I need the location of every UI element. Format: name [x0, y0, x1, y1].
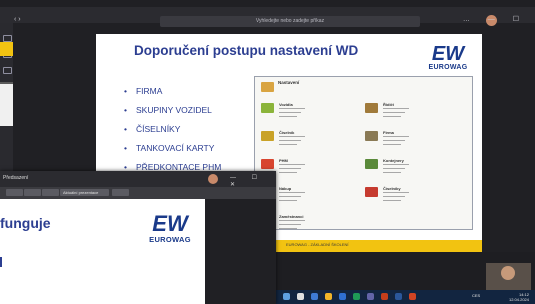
module-link-line	[383, 116, 401, 117]
dropdown-button[interactable]	[112, 189, 129, 196]
presentation-select[interactable]: Aktuální prezentace	[60, 189, 109, 196]
module-icon[interactable]	[365, 103, 378, 113]
module-link-line	[383, 136, 409, 137]
search-input[interactable]: Vyhledejte nebo zadejte příkaz	[160, 16, 420, 27]
module-link-line	[383, 196, 405, 197]
module-title[interactable]: Zaměstnanci	[279, 214, 303, 219]
eurowag-logo: EW EUROWAG	[428, 43, 468, 71]
avatar[interactable]	[208, 174, 218, 184]
module-icon[interactable]	[261, 159, 274, 169]
module-link-line	[279, 192, 305, 193]
module-icon[interactable]	[365, 159, 378, 169]
module-link-line	[383, 172, 401, 173]
module-link-line	[383, 164, 409, 165]
presentation-slide: funguje EW EUROWAG	[0, 199, 205, 304]
module-link-line	[279, 220, 305, 221]
module-link-line	[279, 116, 297, 117]
word-icon[interactable]	[395, 293, 402, 300]
module-icon[interactable]	[261, 131, 274, 141]
module-link-line	[279, 196, 301, 197]
taskbar: CES 14:12 12.04.2024	[275, 290, 535, 304]
start-icon[interactable]	[283, 293, 290, 300]
text-cursor-mark	[0, 257, 2, 267]
edge-icon[interactable]	[311, 293, 318, 300]
module-title[interactable]: PHM	[279, 158, 288, 163]
teams-icon[interactable]	[367, 293, 374, 300]
settings-panel-screenshot: Nastavení Vozidla Číselník PHM Nákup Zaměstn…	[254, 76, 473, 230]
module-icon[interactable]	[365, 187, 378, 197]
bullet-list: FIRMA SKUPINY VOZIDEL ČÍSELNÍKY TANKOVAC…	[124, 82, 221, 177]
module-link-line	[279, 172, 297, 173]
bullet-item: SKUPINY VOZIDEL	[124, 101, 221, 120]
slide-fragment	[0, 42, 13, 56]
module-title[interactable]: Číselníky	[383, 186, 401, 191]
module-link-line	[383, 192, 409, 193]
outlook-icon[interactable]	[339, 293, 346, 300]
window-title: Předsazení	[3, 175, 29, 181]
module-title[interactable]: Vozidla	[279, 102, 293, 107]
slide-title: funguje	[0, 215, 51, 231]
window-dark-area	[205, 199, 276, 304]
module-link-line	[383, 144, 401, 145]
clock[interactable]: 14:12 12.04.2024	[509, 292, 529, 302]
module-title[interactable]: Nákup	[279, 186, 291, 191]
activity-icon[interactable]	[3, 35, 12, 42]
module-link-line	[279, 200, 297, 201]
foreground-window: Předsazení — ☐ ✕ Aktuální prezentace fun…	[0, 171, 276, 304]
title-bar: ‹ › Vyhledejte nebo zadejte příkaz … — ☐	[0, 7, 535, 27]
bullet-item: FIRMA	[124, 82, 221, 101]
module-link-line	[279, 140, 301, 141]
self-video[interactable]	[486, 263, 531, 290]
folder-icon	[261, 82, 274, 92]
module-link-line	[383, 108, 409, 109]
module-link-line	[279, 168, 301, 169]
participant-avatar	[501, 266, 515, 280]
module-link-line	[279, 164, 305, 165]
language-indicator[interactable]: CES	[472, 293, 480, 298]
module-link-line	[383, 200, 401, 201]
window-fragment	[0, 82, 13, 126]
module-icon[interactable]	[365, 131, 378, 141]
explorer-icon[interactable]	[325, 293, 332, 300]
module-title[interactable]: Řidiči	[383, 102, 394, 107]
module-link-line	[279, 136, 305, 137]
module-title[interactable]: Kontejnery	[383, 158, 404, 163]
module-title[interactable]: Firma	[383, 130, 394, 135]
window-controls-icon[interactable]: — ☐ ✕	[230, 174, 276, 188]
module-link-line	[383, 168, 405, 169]
powerpoint-icon[interactable]	[381, 293, 388, 300]
module-link-line	[383, 140, 405, 141]
search-icon[interactable]	[297, 293, 304, 300]
slide-title: Doporučení postupu nastavení WD	[134, 43, 359, 58]
teams-icon[interactable]	[3, 67, 12, 74]
bullet-item: ČÍSELNÍKY	[124, 120, 221, 139]
module-link-line	[279, 224, 301, 225]
eurowag-logo: EW EUROWAG	[149, 211, 191, 245]
bullet-item: TANKOVACÍ KARTY	[124, 139, 221, 158]
title-bar: Předsazení — ☐ ✕	[0, 171, 276, 188]
module-title[interactable]: Číselník	[279, 130, 294, 135]
pointer-tool-button[interactable]	[6, 189, 23, 196]
module-link-line	[383, 112, 405, 113]
module-icon[interactable]	[261, 103, 274, 113]
module-link-line	[279, 144, 297, 145]
excel-icon[interactable]	[353, 293, 360, 300]
module-link-line	[279, 228, 297, 229]
slide-footer-text: EUROWAG - ZÁKLADNÍ ŠKOLENÍ	[286, 242, 349, 247]
window-controls-icon[interactable]: … — ☐	[463, 15, 527, 23]
module-link-line	[279, 108, 305, 109]
panel-header: Nastavení	[278, 80, 300, 85]
pen-tool-button[interactable]	[24, 189, 41, 196]
settings-button[interactable]	[42, 189, 59, 196]
toolbar: Aktuální prezentace	[0, 187, 276, 199]
back-forward-arrows-icon[interactable]: ‹ ›	[14, 16, 21, 23]
module-link-line	[279, 112, 301, 113]
app-icon[interactable]	[409, 293, 416, 300]
